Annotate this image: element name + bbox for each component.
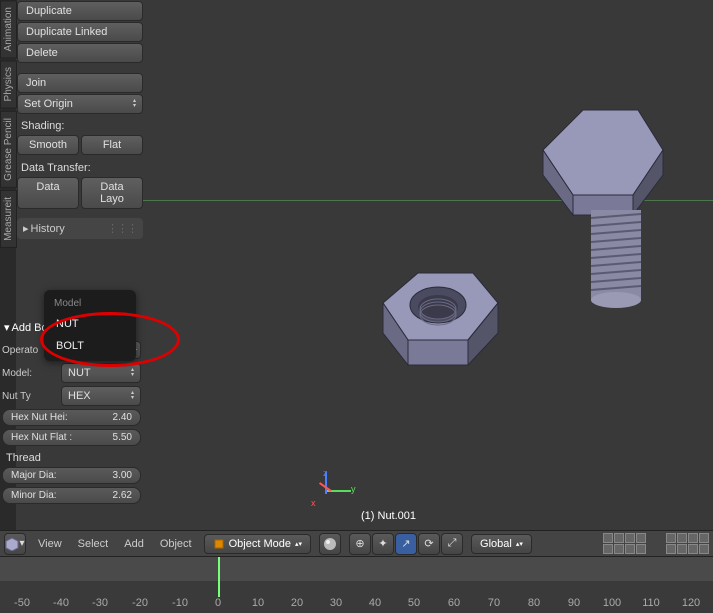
thread-label: Thread [6, 452, 143, 464]
nut-type-label: Nut Ty [2, 391, 57, 402]
arrow-icon: ↗ [401, 537, 410, 550]
tab-grease-pencil[interactable]: Grease Pencil [0, 111, 17, 188]
duplicate-button[interactable]: Duplicate [17, 1, 143, 21]
manipulator-scale[interactable]: ⤢ [441, 533, 463, 555]
history-label: History [31, 223, 65, 235]
data-transfer-label: Data Transfer: [21, 162, 143, 174]
model-popup-menu: Model NUT BOLT [44, 290, 136, 361]
sphere-icon [323, 537, 337, 551]
duplicate-linked-button[interactable]: Duplicate Linked [17, 22, 143, 42]
rotate-icon: ⟳ [424, 537, 433, 550]
orientation-label: Global [480, 538, 512, 550]
updown-icon: ▴▾ [133, 99, 136, 109]
popup-header: Model [44, 294, 136, 313]
join-button[interactable]: Join [17, 73, 143, 93]
data-layout-button[interactable]: Data Layo [81, 177, 143, 209]
scene-render [143, 0, 713, 530]
timeline-strip [0, 557, 713, 581]
hex-nut-height-value: 2.40 [113, 412, 132, 423]
cube-icon [5, 537, 19, 551]
manipulator-toggle[interactable]: ✦ [372, 533, 394, 555]
axes-icon: ✦ [378, 537, 387, 550]
popup-item-nut[interactable]: NUT [44, 313, 136, 335]
timeline-ticks: -50 -40 -30 -20 -10 0 10 20 30 40 50 60 … [0, 597, 713, 613]
updown-icon: ▴▾ [131, 391, 134, 401]
menu-add[interactable]: Add [120, 536, 148, 552]
pivot-icon: ⊕ [355, 537, 364, 550]
3d-viewport[interactable]: z y x (1) Nut.001 [143, 0, 713, 530]
data-button[interactable]: Data [17, 177, 79, 209]
triangle-right-icon: ▸ [23, 223, 29, 235]
menu-select[interactable]: Select [74, 536, 113, 552]
manipulator-rotate[interactable]: ⟳ [418, 533, 440, 555]
hex-nut-flat-label: Hex Nut Flat : [11, 432, 72, 443]
shading-label: Shading: [21, 120, 143, 132]
set-origin-label: Set Origin [24, 98, 73, 110]
layer-buttons-2[interactable] [666, 533, 709, 554]
minor-dia-value: 2.62 [113, 490, 132, 501]
menu-view[interactable]: View [34, 536, 66, 552]
major-dia-label: Major Dia: [11, 470, 57, 481]
hex-nut-height-field[interactable]: Hex Nut Hei: 2.40 [2, 409, 141, 426]
pivot-button[interactable]: ⊕ [349, 533, 371, 555]
model-dropdown[interactable]: NUT ▴▾ [61, 363, 141, 383]
tab-physics[interactable]: Physics [0, 60, 17, 108]
hex-nut-height-label: Hex Nut Hei: [11, 412, 68, 423]
hex-nut-flat-value: 5.50 [113, 432, 132, 443]
history-panel[interactable]: ▸History ⋮⋮⋮ [17, 218, 143, 239]
mode-dropdown[interactable]: Object Mode ▴▾ [204, 534, 311, 554]
updown-icon: ▴▾ [131, 368, 134, 378]
manipulator-translate[interactable]: ↗ [395, 533, 417, 555]
scale-icon: ⤢ [448, 537, 457, 550]
axis-gizmo: z y x [313, 472, 353, 512]
object-mode-icon [213, 538, 225, 550]
shading-sphere-button[interactable] [319, 533, 341, 555]
hex-nut-flat-field[interactable]: Hex Nut Flat : 5.50 [2, 429, 141, 446]
major-dia-field[interactable]: Major Dia: 3.00 [2, 467, 141, 484]
nut-type-value: HEX [68, 390, 91, 402]
shading-smooth-button[interactable]: Smooth [17, 135, 79, 155]
timeline[interactable]: -50 -40 -30 -20 -10 0 10 20 30 40 50 60 … [0, 556, 713, 613]
viewport-header: ▾ View Select Add Object Object Mode ▴▾ … [0, 530, 713, 556]
updown-icon: ▴▾ [516, 540, 523, 548]
tab-animation[interactable]: Animation [0, 0, 17, 58]
grip-icon: ⋮⋮⋮ [107, 222, 137, 235]
orientation-dropdown[interactable]: Global ▴▾ [471, 534, 532, 554]
playhead[interactable] [218, 557, 220, 597]
menu-object[interactable]: Object [156, 536, 196, 552]
editor-type-dropdown[interactable]: ▾ [4, 533, 26, 555]
shading-flat-button[interactable]: Flat [81, 135, 143, 155]
tab-measureit[interactable]: Measureit [0, 190, 17, 248]
layer-buttons[interactable] [603, 533, 646, 554]
nut-type-dropdown[interactable]: HEX ▴▾ [61, 386, 141, 406]
mode-label: Object Mode [229, 538, 291, 550]
major-dia-value: 3.00 [113, 470, 132, 481]
triangle-down-icon: ▾ [4, 321, 10, 334]
minor-dia-label: Minor Dia: [11, 490, 57, 501]
minor-dia-field[interactable]: Minor Dia: 2.62 [2, 487, 141, 504]
model-value: NUT [68, 367, 91, 379]
updown-icon: ▴▾ [295, 540, 302, 548]
active-object-name: (1) Nut.001 [361, 510, 416, 522]
popup-item-bolt[interactable]: BOLT [44, 335, 136, 357]
tool-column: Duplicate Duplicate Linked Delete Join S… [17, 0, 143, 239]
model-label: Model: [2, 368, 57, 379]
delete-button[interactable]: Delete [17, 43, 143, 63]
set-origin-dropdown[interactable]: Set Origin ▴▾ [17, 94, 143, 114]
